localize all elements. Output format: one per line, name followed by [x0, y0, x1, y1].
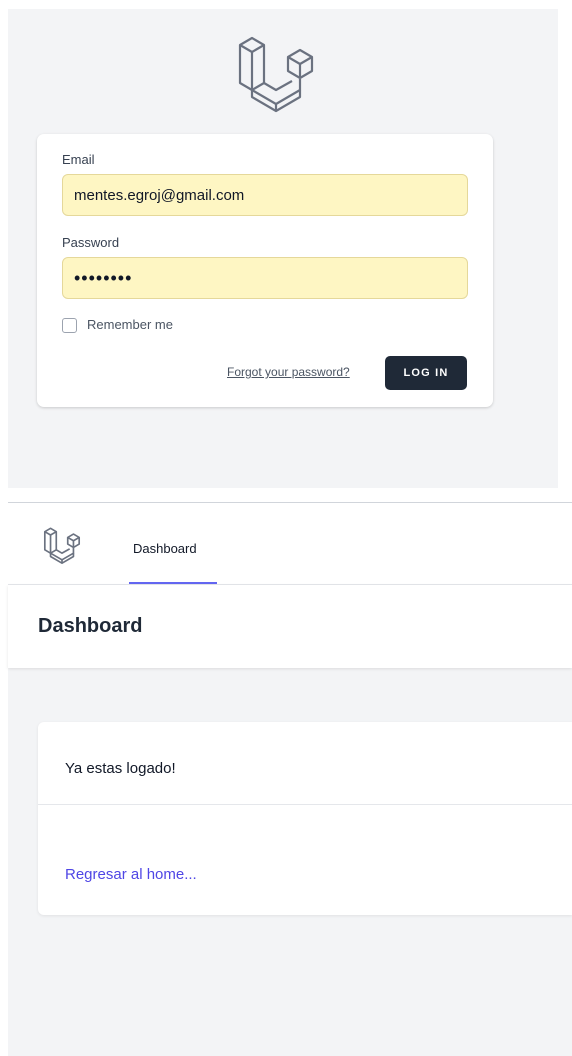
- card-divider: [38, 804, 572, 805]
- email-label: Email: [62, 152, 95, 167]
- password-field[interactable]: [62, 257, 468, 299]
- nav-item-dashboard[interactable]: Dashboard: [129, 503, 217, 584]
- email-field[interactable]: [62, 174, 468, 216]
- page-title: Dashboard: [38, 615, 143, 637]
- password-label: Password: [62, 235, 120, 250]
- top-navigation: Dashboard: [8, 503, 572, 585]
- login-card: Email Password Remember me Forgot your p…: [37, 134, 493, 407]
- dashboard-page: Dashboard Dashboard Ya estas logado! Reg…: [8, 502, 572, 1056]
- page-header: Dashboard: [8, 585, 572, 668]
- nav-item-label: Dashboard: [133, 541, 197, 556]
- login-page: Email Password Remember me Forgot your p…: [8, 9, 558, 488]
- logged-in-message: Ya estas logado!: [65, 760, 176, 777]
- remember-me-label: Remember me: [87, 317, 173, 332]
- login-button[interactable]: LOG IN: [385, 356, 467, 390]
- laravel-logo-icon[interactable]: [39, 525, 85, 567]
- back-home-link[interactable]: Regresar al home...: [65, 866, 197, 883]
- laravel-logo-icon: [238, 36, 314, 113]
- forgot-password-link[interactable]: Forgot your password?: [227, 365, 350, 379]
- remember-me-checkbox[interactable]: [62, 318, 77, 333]
- dashboard-card: Ya estas logado! Regresar al home...: [38, 722, 572, 915]
